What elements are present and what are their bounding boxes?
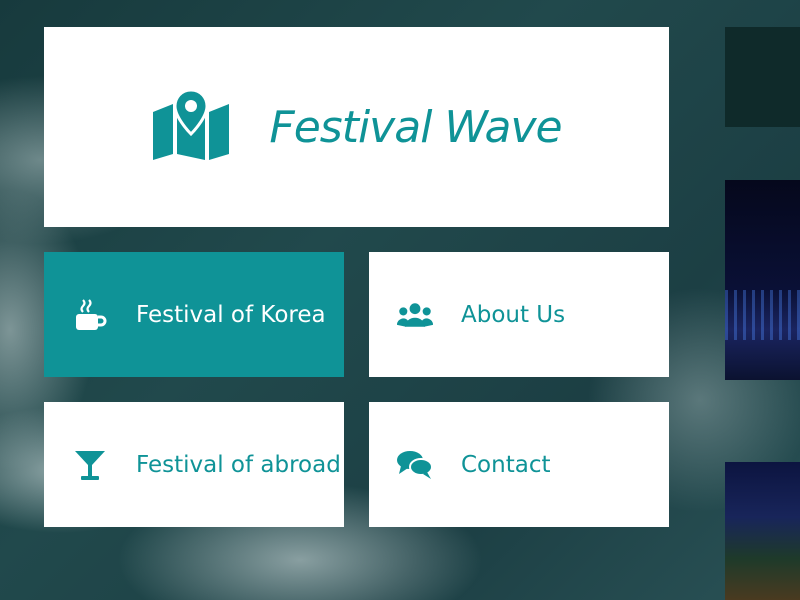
- brand-title: Festival Wave: [269, 101, 562, 153]
- gallery-thumbnail[interactable]: [725, 27, 800, 127]
- menu-label: Festival of abroad: [136, 451, 341, 478]
- menu-item-contact[interactable]: Contact: [369, 402, 669, 527]
- gallery-thumbnail[interactable]: [725, 180, 800, 380]
- menu-item-festival-of-abroad[interactable]: Festival of abroad: [44, 402, 344, 527]
- logo-card[interactable]: Festival Wave: [44, 27, 669, 227]
- chat-bubbles-icon: [397, 447, 433, 483]
- users-icon: [397, 297, 433, 333]
- menu-label: Contact: [461, 451, 551, 478]
- menu-label: About Us: [461, 301, 566, 328]
- menu-item-festival-of-korea[interactable]: Festival of Korea: [44, 252, 344, 377]
- cocktail-glass-icon: [72, 447, 108, 483]
- menu-item-about-us[interactable]: About Us: [369, 252, 669, 377]
- map-marker-icon: [151, 88, 231, 164]
- gallery-thumbnail[interactable]: [725, 462, 800, 600]
- menu-label: Festival of Korea: [136, 301, 326, 328]
- coffee-cup-icon: [72, 297, 108, 333]
